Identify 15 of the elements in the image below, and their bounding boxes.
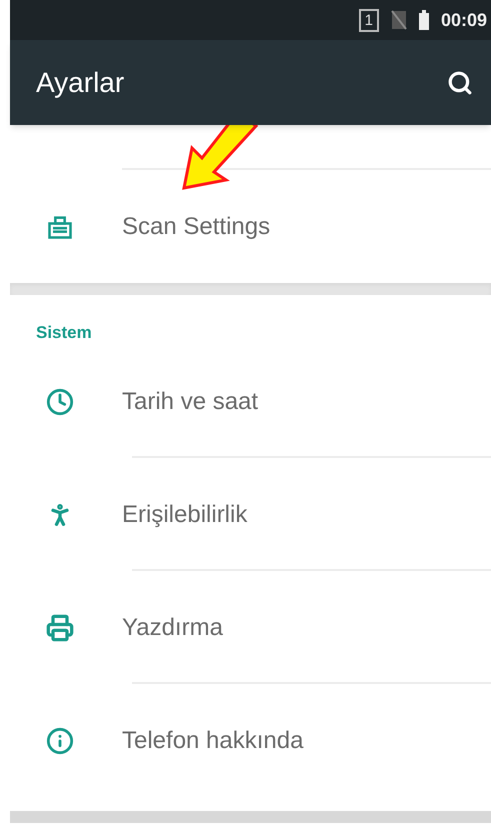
section-header: Sistem (36, 322, 92, 344)
settings-item-label[interactable]: Scan Settings (122, 208, 270, 244)
status-time: 00:09 (440, 8, 487, 32)
app-bar-title: Ayarlar (36, 66, 124, 100)
settings-item-label[interactable]: Tarih ve saat (122, 384, 258, 420)
search-icon[interactable] (447, 70, 473, 96)
settings-item-label[interactable]: Yazdırma (122, 610, 223, 646)
clock-icon (46, 388, 74, 416)
no-signal-icon (390, 10, 407, 30)
settings-item-label[interactable]: Erişilebilirlik (122, 496, 248, 532)
info-icon (46, 726, 74, 754)
settings-item-label[interactable]: Telefon hakkında (122, 722, 304, 758)
sim-badge: 1 (358, 8, 379, 32)
battery-icon (418, 10, 429, 30)
printer-icon (46, 614, 74, 642)
